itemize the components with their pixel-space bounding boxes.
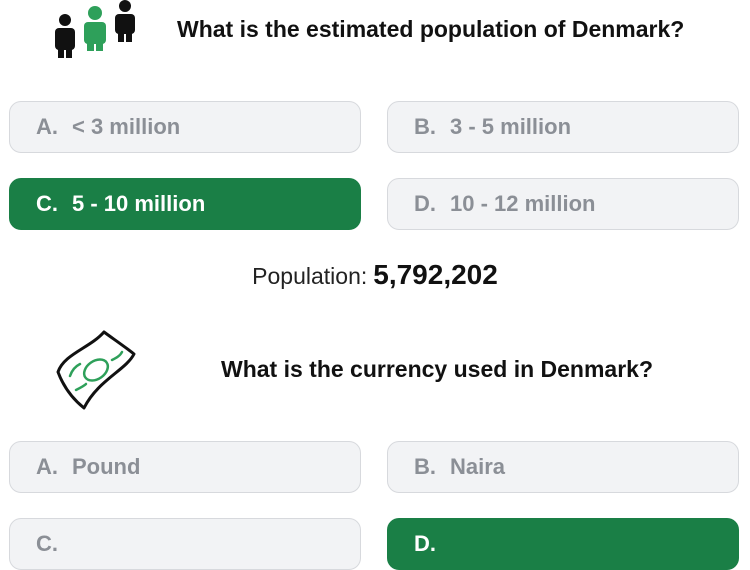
option-label: 5 - 10 million (72, 191, 206, 216)
option-d-currency[interactable]: D. (387, 518, 739, 570)
option-label: < 3 million (72, 114, 181, 139)
option-label: 3 - 5 million (450, 114, 572, 139)
option-letter: B. (414, 454, 436, 479)
option-letter: B. (414, 114, 436, 139)
option-a-population[interactable]: A. < 3 million (9, 101, 361, 153)
question-population: What is the estimated population of Denm… (177, 16, 685, 42)
option-letter: D. (414, 531, 436, 556)
banknote-icon (50, 326, 140, 417)
population-answer: Population: 5,792,202 (0, 259, 750, 291)
option-d-population[interactable]: D. 10 - 12 million (387, 178, 739, 230)
option-b-currency[interactable]: B. Naira (387, 441, 739, 493)
option-letter: A. (36, 454, 58, 479)
option-label: Pound (72, 454, 141, 479)
option-label: 10 - 12 million (450, 191, 596, 216)
option-label: Naira (450, 454, 506, 479)
option-letter: D. (414, 191, 436, 216)
people-icon (48, 0, 140, 65)
population-label: Population: (252, 263, 368, 289)
option-letter: A. (36, 114, 58, 139)
option-letter: C. (36, 531, 58, 556)
option-letter: C. (36, 191, 58, 216)
option-c-currency[interactable]: C. (9, 518, 361, 570)
option-b-population[interactable]: B. 3 - 5 million (387, 101, 739, 153)
option-a-currency[interactable]: A. Pound (9, 441, 361, 493)
option-c-population[interactable]: C. 5 - 10 million (9, 178, 361, 230)
population-value: 5,792,202 (373, 259, 498, 290)
question-currency: What is the currency used in Denmark? (221, 356, 654, 382)
